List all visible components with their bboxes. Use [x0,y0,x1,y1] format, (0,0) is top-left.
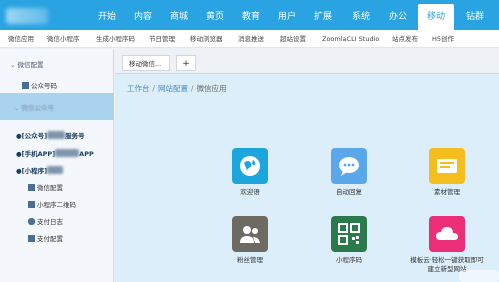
brand-logo [6,8,48,24]
tab-mobile-wechat[interactable]: 移动微信... [122,55,170,71]
breadcrumb-current: 微信应用 [196,84,227,93]
chevron-down-icon: ⌄ [14,104,22,112]
sidebar-group-wechat-config[interactable]: ⌄ 微信配置 [10,59,124,69]
nav-item-extensions[interactable]: 扩展 [306,0,340,34]
database-icon [28,218,35,225]
blurred-name [47,166,64,174]
chevron-down-icon: ⌄ [10,61,18,69]
qr-code-icon [331,216,367,252]
breadcrumb-site-config[interactable]: 网站配置 [158,84,188,93]
material-card-icon [429,148,465,184]
subnav-wechat-apps[interactable]: 微信应用 [8,30,34,48]
sidebar-item-app[interactable]: ●[手机APP] APP [16,148,130,158]
grid-icon [22,82,29,89]
main-content: 工作台 / 网站配置 / 微信应用 欢迎语 自动回复 素材管理 粉丝管理 小程序码 [115,73,499,282]
nav-item-yellowpages[interactable]: 黄页 [198,0,232,34]
sidebar-item-service[interactable]: ●[公众号] 服务号 [16,130,130,140]
blurred-name [55,149,80,157]
cloud-icon [429,216,465,252]
blurred-name [47,131,66,139]
breadcrumb-home[interactable]: 工作台 [127,84,150,93]
subnav-publish[interactable]: 站点发布 [392,30,418,48]
subnav-mini-program[interactable]: 微信小程序 [47,30,80,48]
globe-icon [232,148,268,184]
users-icon [232,216,268,252]
app-label: 欢迎语 [240,188,260,196]
subnav-push[interactable]: 消息推送 [238,30,264,48]
subnav-h5[interactable]: H5创作 [432,30,454,48]
nav-item-system[interactable]: 系统 [344,0,378,34]
add-tab-button[interactable]: + [176,55,196,71]
subnav-holidays[interactable]: 节日管理 [149,30,175,48]
app-materials[interactable]: 素材管理 [412,148,482,197]
sidebar-item-mini[interactable]: ●[小程序] [16,165,130,175]
nav-item-education[interactable]: 教育 [234,0,268,34]
grid-icon [28,184,35,191]
app-mini-code[interactable]: 小程序码 [314,216,384,265]
watermark [459,270,499,282]
app-label: 粉丝管理 [237,256,263,264]
breadcrumb: 工作台 / 网站配置 / 微信应用 [127,84,227,93]
app-fans[interactable]: 粉丝管理 [215,216,285,265]
subnav-generate-code[interactable]: 生成小程序码 [96,30,135,48]
subnav-zoomla-studio[interactable]: ZoomlaCLI Studio [322,30,379,48]
app-label: 素材管理 [434,188,460,196]
sub-nav: 微信应用 微信小程序 生成小程序码 节日管理 移动浏览器 消息推送 超站设置 Z… [0,30,499,48]
nav-item-shop[interactable]: 商城 [162,0,196,34]
top-nav: 开始 内容 商城 黄页 教育 用户 扩展 系统 办公 移动 钻群 [0,0,499,34]
app-label: 自动回复 [336,188,362,196]
sidebar: ⌄ 微信配置 公众号码 ⌄ 微信公众号 ●[公众号] 服务号 ●[手机APP] AP… [0,49,114,282]
nav-item-diamond[interactable]: 钻群 [458,0,492,34]
chat-bubble-icon [331,148,367,184]
app-label: 小程序码 [336,256,362,264]
sidebar-group-wechat-official[interactable]: ⌄ 微信公众号 [0,93,114,120]
nav-item-content[interactable]: 内容 [126,0,160,34]
nav-item-users[interactable]: 用户 [270,0,304,34]
nav-item-start[interactable]: 开始 [90,0,124,34]
qr-code-icon [28,201,35,208]
subnav-site-settings[interactable]: 超站设置 [280,30,306,48]
app-template-cloud[interactable]: 模板云·轻松一键获取即可 建立新型网站 [401,216,493,274]
app-welcome[interactable]: 欢迎语 [215,148,285,197]
app-auto-reply[interactable]: 自动回复 [314,148,384,197]
tab-bar: 移动微信... + [118,53,499,73]
nav-item-office[interactable]: 办公 [381,0,415,34]
subnav-mobile-browser[interactable]: 移动浏览器 [190,30,223,48]
cart-icon [28,235,35,242]
